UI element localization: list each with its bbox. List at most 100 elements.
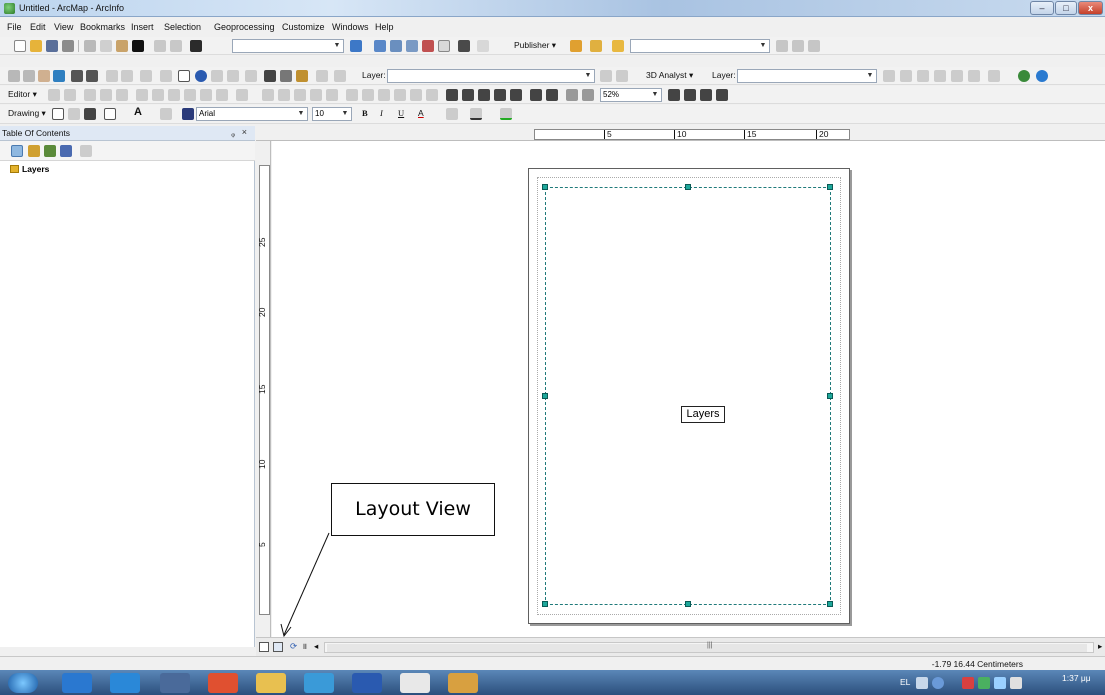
- scroll-left-icon[interactable]: ◂: [314, 641, 318, 652]
- search-window-icon[interactable]: [406, 40, 418, 52]
- arcscene-icon[interactable]: [1018, 70, 1030, 82]
- horizontal-scrollbar[interactable]: |||: [324, 642, 1094, 653]
- catalog-window-icon[interactable]: [390, 40, 402, 52]
- acrobat-icon[interactable]: [400, 673, 430, 693]
- find-route-icon[interactable]: [280, 70, 292, 82]
- next-extent-icon[interactable]: [582, 89, 594, 101]
- zoom-in-icon[interactable]: [8, 70, 20, 82]
- font-size-combo[interactable]: 10 ▼: [312, 107, 352, 121]
- map-scale-combo[interactable]: ▼: [232, 39, 344, 53]
- bold-button[interactable]: B: [362, 108, 368, 118]
- publisher-data-icon[interactable]: [612, 40, 624, 52]
- arctoolbox-icon[interactable]: [422, 40, 434, 52]
- change-layout-icon[interactable]: [700, 89, 712, 101]
- profile-graph-icon[interactable]: [988, 70, 1000, 82]
- action-center-icon[interactable]: [962, 677, 974, 689]
- resize-handle[interactable]: [542, 184, 548, 190]
- menu-view[interactable]: View: [54, 22, 73, 32]
- menu-selection[interactable]: Selection: [164, 22, 201, 32]
- hyperlink-icon[interactable]: [211, 70, 223, 82]
- menu-edit[interactable]: Edit: [30, 22, 46, 32]
- editor-toolbar-icon[interactable]: [350, 40, 362, 52]
- line-color-icon[interactable]: [470, 108, 482, 120]
- layout-page[interactable]: Layers: [528, 168, 850, 624]
- publisher-combo[interactable]: ▼: [630, 39, 770, 53]
- data-driven-pages-icon[interactable]: [716, 89, 728, 101]
- zoom-to-selected-icon[interactable]: [84, 108, 96, 120]
- data-view-button[interactable]: [259, 642, 269, 652]
- redo-icon[interactable]: [170, 40, 182, 52]
- fixed-zoom-out-icon[interactable]: [86, 70, 98, 82]
- clock[interactable]: 1:37 μμ: [1062, 673, 1091, 683]
- list-by-visibility-icon[interactable]: [44, 145, 56, 157]
- new-document-icon[interactable]: [14, 40, 26, 52]
- 3d-analyst-menu[interactable]: 3D Analyst ▾: [646, 70, 693, 81]
- layer-combo[interactable]: ▼: [387, 69, 595, 83]
- select-features-icon[interactable]: [140, 70, 152, 82]
- language-indicator[interactable]: EL: [900, 677, 910, 687]
- signal-icon[interactable]: [994, 677, 1006, 689]
- rotate-element-icon[interactable]: [68, 108, 80, 120]
- resize-handle[interactable]: [542, 601, 548, 607]
- internet-explorer-icon[interactable]: [62, 673, 92, 693]
- menu-insert[interactable]: Insert: [131, 22, 154, 32]
- menu-geoprocessing[interactable]: Geoprocessing: [214, 22, 275, 32]
- resize-handle[interactable]: [685, 601, 691, 607]
- zoom-whole-page-icon[interactable]: [494, 89, 506, 101]
- viewer-window-icon[interactable]: [334, 70, 346, 82]
- focus-data-frame-icon[interactable]: [684, 89, 696, 101]
- data-frame[interactable]: Layers: [542, 184, 833, 607]
- zoom-percent-combo[interactable]: 52% ▼: [600, 88, 662, 102]
- toc-window-icon[interactable]: [374, 40, 386, 52]
- arcmap-taskbar-icon[interactable]: [304, 673, 334, 693]
- add-data-icon[interactable]: [190, 40, 202, 52]
- copy-icon[interactable]: [100, 40, 112, 52]
- publisher-tool-icon[interactable]: [570, 40, 582, 52]
- list-by-source-icon[interactable]: [28, 145, 40, 157]
- fill-color-icon[interactable]: [446, 108, 458, 120]
- italic-button[interactable]: I: [380, 108, 383, 118]
- menu-windows[interactable]: Windows: [332, 22, 369, 32]
- pan-icon[interactable]: [38, 70, 50, 82]
- rectangle-icon[interactable]: [104, 108, 116, 120]
- find-icon[interactable]: [264, 70, 276, 82]
- minimize-button[interactable]: –: [1030, 1, 1054, 15]
- time-slider-icon[interactable]: [316, 70, 328, 82]
- whats-this-icon[interactable]: [477, 40, 489, 52]
- zoom-out-layout-icon[interactable]: [462, 89, 474, 101]
- media-player-icon[interactable]: [110, 673, 140, 693]
- modelbuilder-icon[interactable]: [458, 40, 470, 52]
- close-icon[interactable]: ×: [242, 127, 247, 137]
- resize-handle[interactable]: [827, 393, 833, 399]
- resize-handle[interactable]: [685, 184, 691, 190]
- zoom-100-icon[interactable]: [510, 89, 522, 101]
- editor-menu[interactable]: Editor ▾: [8, 89, 37, 100]
- keyboard-icon[interactable]: [916, 677, 928, 689]
- save-icon[interactable]: [46, 40, 58, 52]
- scroll-right-icon[interactable]: ▸: [1098, 641, 1102, 652]
- menu-file[interactable]: File: [7, 22, 22, 32]
- go-to-xy-icon[interactable]: [296, 70, 308, 82]
- font-color-button[interactable]: A: [418, 108, 424, 118]
- zoom-in-layout-icon[interactable]: [446, 89, 458, 101]
- resize-handle[interactable]: [542, 393, 548, 399]
- underline-button[interactable]: U: [398, 108, 404, 118]
- drawing-menu[interactable]: Drawing ▾: [8, 108, 46, 119]
- select-elements-icon[interactable]: [178, 70, 190, 82]
- options-icon[interactable]: [80, 145, 92, 157]
- toc-item-layers[interactable]: Layers: [22, 164, 49, 174]
- previous-extent-icon[interactable]: [566, 89, 578, 101]
- print-icon[interactable]: [62, 40, 74, 52]
- fixed-zoom-in-layout-icon[interactable]: [530, 89, 542, 101]
- word-icon[interactable]: [352, 673, 382, 693]
- pan-layout-icon[interactable]: [478, 89, 490, 101]
- network-icon[interactable]: [978, 677, 990, 689]
- measure-icon[interactable]: [245, 70, 257, 82]
- list-by-selection-icon[interactable]: [60, 145, 72, 157]
- paste-icon[interactable]: [116, 40, 128, 52]
- menu-customize[interactable]: Customize: [282, 22, 325, 32]
- publisher-menu[interactable]: Publisher ▾: [514, 40, 556, 51]
- menu-bookmarks[interactable]: Bookmarks: [80, 22, 125, 32]
- arcglobe-icon[interactable]: [1036, 70, 1048, 82]
- new-text-icon[interactable]: A: [134, 106, 142, 118]
